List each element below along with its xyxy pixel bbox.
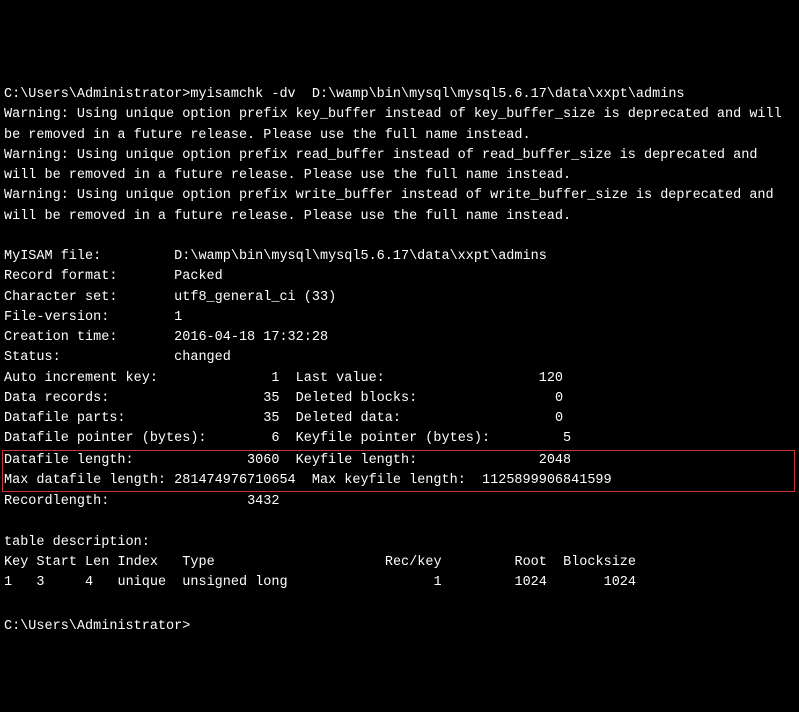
- warning-message: Warning: Using unique option prefix writ…: [4, 188, 782, 223]
- warning-message: Warning: Using unique option prefix key_…: [4, 107, 790, 142]
- info-line: Data records: 35 Deleted blocks: 0: [4, 391, 563, 406]
- info-line: File-version: 1: [4, 310, 182, 325]
- info-line: Datafile pointer (bytes): 6 Keyfile poin…: [4, 431, 571, 446]
- info-line: Datafile parts: 35 Deleted data: 0: [4, 411, 563, 426]
- terminal-output: C:\Users\Administrator> myisamchk -dv D:\…: [4, 87, 795, 634]
- info-line: Datafile length: 3060 Keyfile length: 20…: [4, 453, 571, 468]
- warning-message: Warning: Using unique option prefix read…: [4, 148, 766, 183]
- info-line: Status: changed: [4, 350, 231, 365]
- cursor-icon: [190, 614, 198, 629]
- info-line: Recordlength: 3432: [4, 494, 279, 509]
- table-header-row: Key Start Len Index Type Rec/key Root Bl…: [4, 555, 636, 570]
- command-prompt: C:\Users\Administrator>myisamchk -dv D:\…: [4, 87, 685, 102]
- info-line: Creation time: 2016-04-18 17:32:28: [4, 330, 328, 345]
- info-line: Record format: Packed: [4, 269, 223, 284]
- table-description-label: table description:: [4, 535, 150, 550]
- entered-command: myisamchk -dv D:\wamp\bin\mysql\mysql5.6…: [190, 87, 684, 102]
- table-row: 1 3 4 unique unsigned long 1 1024 1024: [4, 575, 636, 590]
- info-line: MyISAM file: D:\wamp\bin\mysql\mysql5.6.…: [4, 249, 547, 264]
- info-line: Auto increment key: 1 Last value: 120: [4, 371, 563, 386]
- command-prompt[interactable]: C:\Users\Administrator>: [4, 619, 198, 634]
- info-line: Character set: utf8_general_ci (33): [4, 290, 336, 305]
- highlighted-region: Datafile length: 3060 Keyfile length: 20…: [2, 450, 795, 493]
- info-line: Max datafile length: 281474976710654 Max…: [4, 473, 612, 488]
